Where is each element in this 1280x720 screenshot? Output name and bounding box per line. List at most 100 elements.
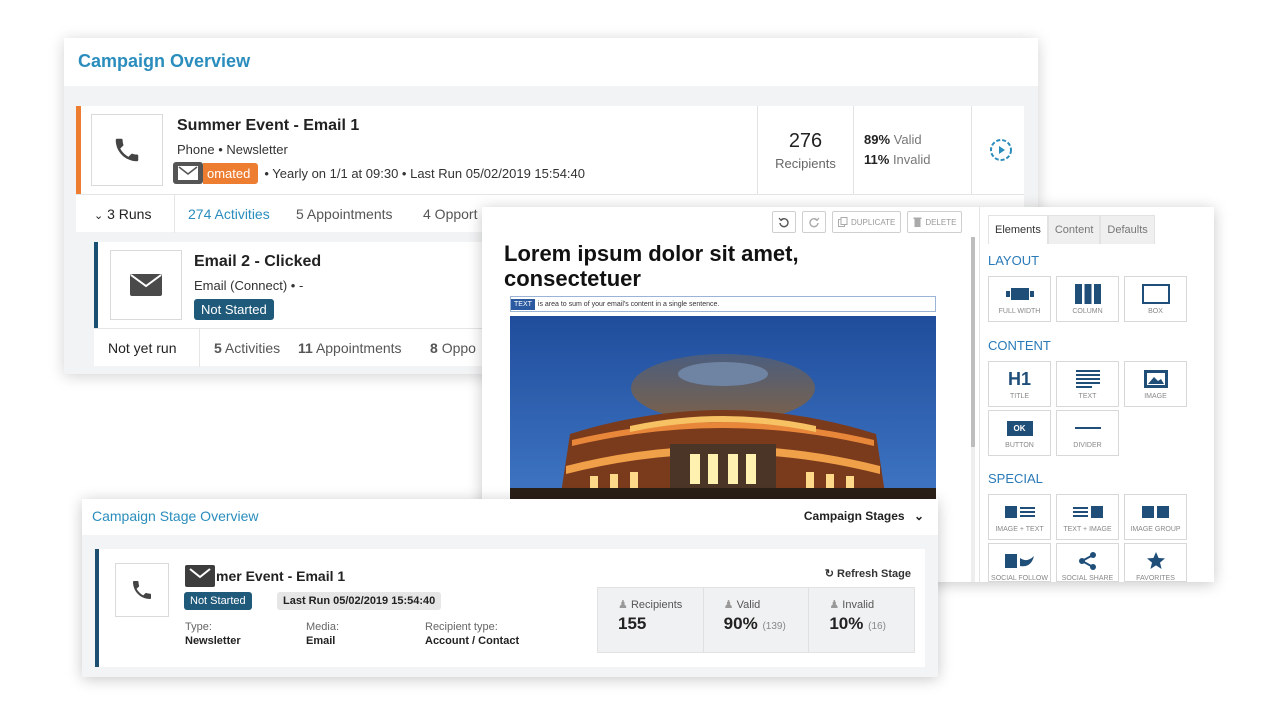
activities-label: Activities	[224, 340, 281, 356]
delete-label: DELETE	[925, 217, 957, 227]
tab-defaults[interactable]: Defaults	[1100, 215, 1155, 244]
phone-icon	[115, 563, 169, 617]
text-block-tag: TEXT	[511, 298, 535, 310]
divider	[199, 329, 200, 367]
tile-label: TEXT	[1078, 393, 1097, 400]
play-icon	[989, 139, 1012, 161]
run-meta: Email (Connect) • -	[194, 278, 304, 293]
refresh-label: Refresh Stage	[837, 568, 911, 580]
chevron-down-icon: ⌄	[94, 210, 104, 222]
recipients-stat: 276 Recipients	[757, 106, 853, 194]
email-text-block[interactable]: TEXT is area to sum of your email's cont…	[510, 296, 936, 312]
envelope-icon	[173, 162, 203, 184]
email-image[interactable]	[510, 316, 936, 500]
box-icon	[1125, 282, 1186, 306]
recipients-label: Recipients	[630, 599, 683, 611]
redo-button[interactable]	[802, 211, 826, 233]
tab-appointments[interactable]: 11 Appointments	[298, 340, 402, 356]
special-social-follow[interactable]: SOCIAL FOLLOW	[988, 543, 1051, 582]
stage-overview-header: Campaign Stage Overview Campaign Stages …	[82, 499, 938, 535]
type-value: Newsletter	[185, 635, 241, 647]
text-lines-icon	[1057, 367, 1118, 391]
invalid-value: 10%	[829, 614, 864, 633]
content-title[interactable]: H1 TITLE	[988, 361, 1051, 407]
recipients-label: Recipients	[775, 156, 836, 171]
campaign-overview-title: Campaign Overview	[78, 51, 251, 71]
image-text-icon	[989, 500, 1050, 524]
play-button[interactable]	[971, 106, 1029, 194]
tile-label: BOX	[1148, 308, 1163, 315]
panel-tabs: Elements Content Defaults	[988, 215, 1155, 244]
refresh-stage-button[interactable]: ↻ Refresh Stage	[825, 567, 911, 580]
layout-full-width[interactable]: FULL WIDTH	[988, 276, 1051, 322]
opportunities-count: 8	[430, 340, 438, 356]
text-block-content: is area to sum of your email's content i…	[537, 300, 720, 308]
invalid-stat: ♟ Invalid 10% (16)	[809, 588, 914, 652]
ok-glyph: OK	[1006, 420, 1033, 436]
chevron-down-icon: ⌄	[913, 509, 924, 523]
tab-activities[interactable]: 5 Activities	[214, 340, 280, 356]
media-field: Media: Email	[306, 620, 339, 648]
special-image-text[interactable]: IMAGE + TEXT	[988, 494, 1051, 540]
valid-stat: ♟ Valid 90% (139)	[704, 588, 810, 652]
editor-scrollbar[interactable]	[971, 237, 975, 582]
tile-label: COLUMN	[1072, 308, 1103, 315]
tab-activities[interactable]: 274 Activities	[188, 206, 270, 222]
tab-elements[interactable]: Elements	[988, 215, 1048, 244]
special-text-image[interactable]: TEXT + IMAGE	[1056, 494, 1119, 540]
tile-label: IMAGE GROUP	[1130, 526, 1181, 533]
recipient-type-field: Recipient type: Account / Contact	[425, 620, 519, 648]
undo-button[interactable]	[772, 211, 796, 233]
tab-opportunities[interactable]: 4 Opport	[423, 206, 477, 222]
trash-icon	[913, 217, 922, 227]
stage-stats: ♟ Recipients 155 ♟ Valid 90% (139) ♟ Inv…	[597, 587, 915, 653]
tile-label: TEXT + IMAGE	[1063, 526, 1112, 533]
user-check-icon: ♟	[723, 599, 734, 611]
layout-box[interactable]: BOX	[1124, 276, 1187, 322]
runs-toggle[interactable]: ⌄ 3 Runs	[94, 206, 151, 222]
stage-card[interactable]: mer Event - Email 1 ↻ Refresh Stage Not …	[95, 549, 925, 667]
duplicate-button[interactable]: DUPLICATE	[832, 211, 902, 233]
valid-label: Valid	[893, 132, 922, 147]
recipients-value: 155	[618, 614, 647, 633]
recipient-type-label: Recipient type:	[425, 621, 498, 633]
run-tabs: Not yet run 5 Activities 11 Appointments…	[94, 328, 494, 367]
validity-stat: 89% Valid 11% Invalid	[853, 106, 971, 194]
star-icon	[1125, 549, 1186, 573]
content-image[interactable]: IMAGE	[1124, 361, 1187, 407]
image-group-icon	[1125, 500, 1186, 524]
campaign-run-card[interactable]: Summer Event - Email 1 Phone • Newslette…	[76, 106, 1024, 194]
delete-button[interactable]: DELETE	[907, 211, 963, 233]
tab-opportunities[interactable]: 8 Oppo	[430, 340, 476, 356]
special-social-share[interactable]: SOCIAL SHARE	[1056, 543, 1119, 582]
tab-content[interactable]: Content	[1047, 215, 1101, 244]
content-section-title: CONTENT	[988, 338, 1051, 353]
special-image-group[interactable]: IMAGE GROUP	[1124, 494, 1187, 540]
button-icon: OK	[989, 416, 1050, 440]
campaign-run-card[interactable]: Email 2 - Clicked Email (Connect) • - No…	[94, 242, 494, 328]
tab-appointments[interactable]: 5 Appointments	[296, 206, 393, 222]
elements-panel: Elements Content Defaults LAYOUT FULL WI…	[979, 207, 1214, 582]
valid-value: 90%	[723, 614, 758, 633]
campaign-stages-dropdown[interactable]: Campaign Stages ⌄	[804, 509, 924, 523]
dropdown-label: Campaign Stages	[803, 509, 905, 523]
stage-overview-title: Campaign Stage Overview	[92, 508, 259, 524]
status-badge: Not Started	[184, 592, 252, 610]
valid-label: Valid	[736, 599, 761, 611]
media-label: Media:	[306, 621, 340, 633]
stage-name: mer Event - Email 1	[216, 568, 346, 584]
full-width-icon	[989, 282, 1050, 306]
people-icon: ♟	[618, 599, 628, 611]
appointments-label: Appointments	[315, 340, 402, 356]
special-favorites[interactable]: FAVORITES	[1124, 543, 1187, 582]
tile-label: SOCIAL SHARE	[1061, 575, 1114, 582]
redo-icon	[809, 217, 820, 228]
content-text[interactable]: TEXT	[1056, 361, 1119, 407]
tile-label: DIVIDER	[1073, 442, 1102, 449]
invalid-count: (16)	[868, 621, 886, 632]
content-divider[interactable]: DIVIDER	[1056, 410, 1119, 456]
tile-label: TITLE	[1009, 393, 1030, 400]
email-heading[interactable]: Lorem ipsum dolor sit amet, consectetuer	[504, 241, 924, 291]
layout-column[interactable]: COLUMN	[1056, 276, 1119, 322]
content-button[interactable]: OK BUTTON	[988, 410, 1051, 456]
